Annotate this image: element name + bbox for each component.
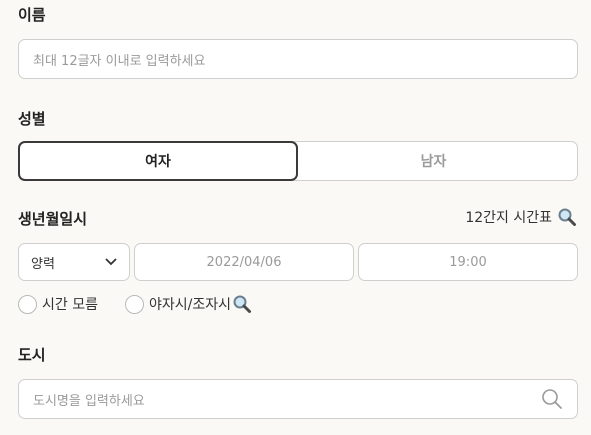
zodiac-table-label: 12간지 시간표 (465, 210, 552, 226)
search-icon[interactable] (541, 388, 563, 410)
birth-time-input[interactable]: 19:00 (358, 243, 578, 281)
night-time-option[interactable]: 야자시/조자시 (125, 294, 252, 314)
city-label: 도시 (18, 346, 46, 364)
unknown-time-radio[interactable] (18, 294, 37, 314)
gender-label: 성별 (18, 110, 46, 128)
night-time-magnifier-emoji-icon[interactable] (232, 294, 252, 314)
gender-male-label: 남자 (420, 154, 447, 170)
unknown-time-label: 시간 모름 (42, 297, 98, 313)
birth-date-value: 2022/04/06 (206, 254, 282, 270)
birth-label: 생년월일시 (18, 210, 88, 228)
night-time-label: 야자시/조자시 (149, 297, 231, 313)
city-placeholder: 도시명을 입력하세요 (33, 393, 145, 409)
unknown-time-option[interactable]: 시간 모름 (18, 294, 98, 314)
name-label: 이름 (18, 6, 46, 24)
name-input[interactable]: 최대 12글자 이내로 입력하세요 (18, 39, 578, 79)
calendar-type-value: 양력 (31, 256, 55, 272)
chevron-down-icon (105, 258, 117, 266)
city-search-input[interactable]: 도시명을 입력하세요 (18, 379, 578, 419)
calendar-type-select[interactable]: 양력 (18, 243, 130, 281)
gender-female-button[interactable]: 여자 (18, 141, 298, 181)
gender-male-button[interactable]: 남자 (290, 141, 578, 181)
magnifier-emoji-icon (558, 208, 576, 226)
gender-female-label: 여자 (145, 154, 171, 170)
birth-time-value: 19:00 (449, 254, 487, 270)
zodiac-table-link[interactable]: 12간지 시간표 (465, 207, 577, 227)
birth-date-input[interactable]: 2022/04/06 (134, 243, 354, 281)
name-placeholder: 최대 12글자 이내로 입력하세요 (33, 53, 206, 69)
night-time-radio[interactable] (125, 294, 144, 314)
